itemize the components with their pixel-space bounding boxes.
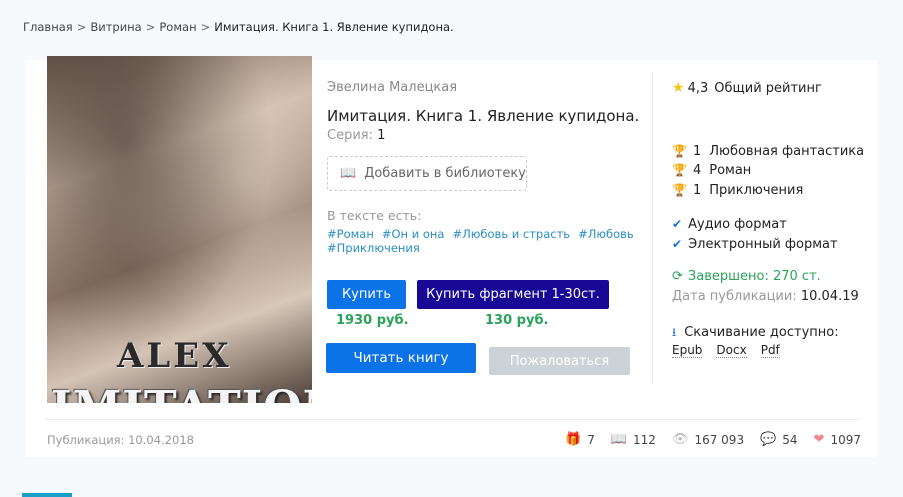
gift-icon: 🎁 xyxy=(565,432,582,447)
rank-place: 4 xyxy=(692,163,702,178)
publication-date: Дата публикации: 10.04.19 xyxy=(672,289,859,304)
book-icon: 📖 xyxy=(610,432,628,447)
rating: ★ 4,3 Общий рейтинг xyxy=(672,80,822,96)
tag-link[interactable]: #Он и она xyxy=(382,227,445,241)
trophy-icon: 🏆 xyxy=(672,183,687,197)
book-author[interactable]: Эвелина Малецкая xyxy=(327,80,457,95)
check-icon: ✔ xyxy=(672,217,683,231)
book-series: Серия: 1 xyxy=(327,128,385,143)
buy-button[interactable]: Купить xyxy=(327,280,406,309)
download-docx-link[interactable]: Docx xyxy=(716,343,747,358)
download-formats: Epub Docx Pdf xyxy=(672,343,794,358)
download-label: Скачивание доступно: xyxy=(684,325,839,340)
tag-link[interactable]: #Любовь xyxy=(578,227,634,241)
book-stats: 🎁 7 📖 112 👁 167 093 💬 54 ❤ 1097 xyxy=(549,432,861,447)
book-icon: 📖 xyxy=(340,166,357,181)
breadcrumb-showcase[interactable]: Витрина xyxy=(90,20,141,34)
breadcrumb-home[interactable]: Главная xyxy=(23,20,73,34)
star-icon: ★ xyxy=(672,80,685,96)
views-count: 167 093 xyxy=(694,432,745,447)
rank-genre: Приключения xyxy=(709,183,804,198)
breadcrumb-novel[interactable]: Роман xyxy=(159,20,196,34)
gifts-count: 7 xyxy=(587,432,595,447)
breadcrumb-current: Имитация. Книга 1. Явление купидона. xyxy=(214,20,454,34)
footer-divider xyxy=(45,419,860,420)
book-title: Имитация. Книга 1. Явление купидона. xyxy=(327,107,640,125)
footer-publication: Публикация: 10.04.2018 xyxy=(47,433,194,447)
pubdate-value: 10.04.19 xyxy=(800,289,859,304)
fragment-price: 130 руб. xyxy=(485,313,549,328)
refresh-icon: ⟳ xyxy=(672,269,683,284)
format-audio: ✔ Аудио формат xyxy=(672,217,787,232)
comments-stat[interactable]: 💬 54 xyxy=(760,432,797,447)
download-available: ⭳ Скачивание доступно: xyxy=(672,323,839,344)
cover-text-top: ALEX xyxy=(117,336,232,376)
format-label: Аудио формат xyxy=(688,217,787,232)
breadcrumb-separator: > xyxy=(200,20,211,34)
column-divider xyxy=(652,73,653,383)
views-stat: 👁 167 093 xyxy=(672,432,744,447)
gifts-stat[interactable]: 🎁 7 xyxy=(565,432,595,447)
tag-link[interactable]: #Любовь и страсть xyxy=(452,227,570,241)
rating-value: 4,3 xyxy=(687,81,709,96)
tag-link[interactable]: #Приключения xyxy=(327,241,420,255)
tag-list: #Роман #Он и она #Любовь и страсть #Любовь #… xyxy=(327,227,647,255)
libraries-stat: 📖 112 xyxy=(611,432,656,447)
download-icon: ⭳ xyxy=(672,325,677,339)
read-book-button[interactable]: Читать книгу xyxy=(326,343,476,373)
status-text: Завершено: 270 ст. xyxy=(687,269,821,284)
comments-count: 54 xyxy=(782,432,798,447)
rank-item[interactable]: 🏆 1 Любовная фантастика xyxy=(672,144,864,159)
buy-price: 1930 руб. xyxy=(336,313,409,328)
trophy-icon: 🏆 xyxy=(672,144,687,158)
rank-item[interactable]: 🏆 1 Приключения xyxy=(672,183,803,198)
add-to-library-button[interactable]: 📖 Добавить в библиотеку xyxy=(327,156,527,191)
trophy-icon: 🏆 xyxy=(672,163,687,177)
download-epub-link[interactable]: Epub xyxy=(672,343,703,358)
add-to-library-label: Добавить в библиотеку xyxy=(364,166,526,181)
report-button[interactable]: Пожаловаться xyxy=(489,347,630,375)
comment-icon: 💬 xyxy=(760,432,777,447)
download-pdf-link[interactable]: Pdf xyxy=(760,343,780,358)
libraries-count: 112 xyxy=(633,432,656,447)
rank-place: 1 xyxy=(692,183,702,198)
likes-count: 1097 xyxy=(830,432,861,447)
rating-label: Общий рейтинг xyxy=(714,81,822,96)
rank-item[interactable]: 🏆 4 Роман xyxy=(672,163,751,178)
rank-genre: Роман xyxy=(709,163,752,178)
cover-text-bottom: IMITATION xyxy=(51,382,312,403)
series-label: Серия: xyxy=(327,128,373,143)
check-icon: ✔ xyxy=(672,237,683,251)
likes-stat[interactable]: ❤ 1097 xyxy=(814,432,861,447)
tag-link[interactable]: #Роман xyxy=(327,227,374,241)
breadcrumb: Главная > Витрина > Роман > Имитация. Книга 1.… xyxy=(23,20,454,34)
book-cover[interactable]: ALEX IMITATION xyxy=(47,56,312,403)
format-ebook: ✔ Электронный формат xyxy=(672,237,838,252)
format-label: Электронный формат xyxy=(688,237,838,252)
breadcrumb-separator: > xyxy=(145,20,156,34)
in-text-label: В тексте есть: xyxy=(327,208,422,223)
buy-fragment-button[interactable]: Купить фрагмент 1-30ст. xyxy=(417,280,609,309)
series-value[interactable]: 1 xyxy=(377,128,385,143)
rank-place: 1 xyxy=(692,144,702,159)
eye-icon: 👁 xyxy=(671,432,689,447)
rank-genre: Любовная фантастика xyxy=(709,144,865,159)
pubdate-label: Дата публикации: xyxy=(672,289,797,304)
completion-status: ⟳ Завершено: 270 ст. xyxy=(672,269,821,284)
breadcrumb-separator: > xyxy=(76,20,87,34)
heart-icon: ❤ xyxy=(813,432,825,447)
page-edge-accent xyxy=(22,493,72,497)
